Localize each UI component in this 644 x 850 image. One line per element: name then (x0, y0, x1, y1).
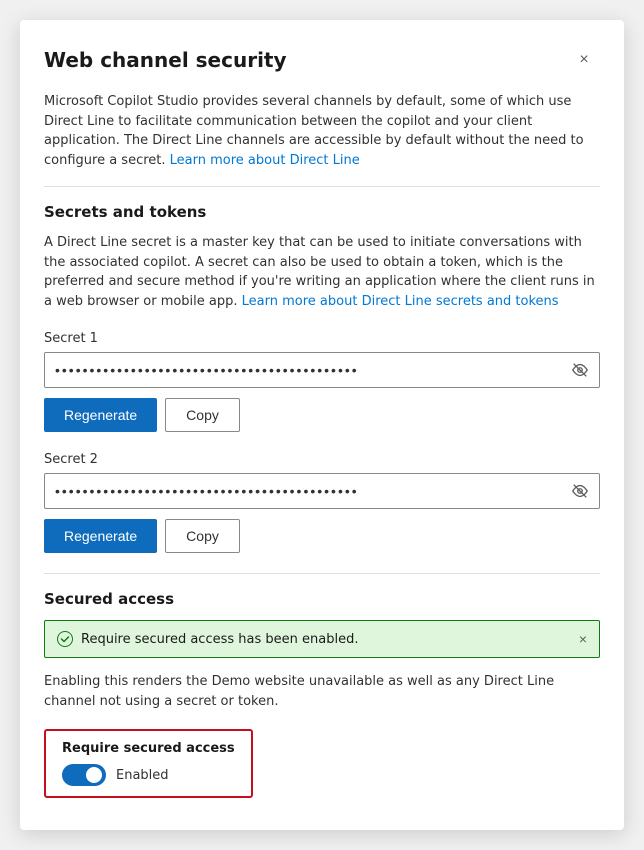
secrets-section-desc: A Direct Line secret is a master key tha… (44, 233, 600, 311)
banner-close-icon: × (579, 631, 587, 647)
eye-icon (571, 361, 589, 379)
learn-more-direct-line-link[interactable]: Learn more about Direct Line (170, 153, 360, 168)
secret1-label: Secret 1 (44, 331, 600, 346)
secret2-reveal-button[interactable] (561, 482, 599, 500)
secret2-label: Secret 2 (44, 452, 600, 467)
secret1-reveal-button[interactable] (561, 361, 599, 379)
secret2-input-row (44, 473, 600, 509)
intro-text: Microsoft Copilot Studio provides severa… (44, 92, 600, 170)
divider-1 (44, 186, 600, 187)
toggle-thumb (86, 767, 102, 783)
success-banner: Require secured access has been enabled.… (44, 620, 600, 658)
divider-2 (44, 573, 600, 574)
secured-access-title: Secured access (44, 590, 600, 608)
secret1-copy-button[interactable]: Copy (165, 398, 240, 432)
success-banner-text: Require secured access has been enabled. (81, 632, 358, 647)
success-icon (57, 631, 73, 647)
secrets-section-title: Secrets and tokens (44, 203, 600, 221)
modal-header: Web channel security × (44, 44, 600, 76)
secret2-input[interactable] (45, 483, 561, 499)
require-access-box: Require secured access Enabled (44, 729, 253, 798)
secret1-regenerate-button[interactable]: Regenerate (44, 398, 157, 432)
toggle-track[interactable] (62, 764, 106, 786)
secret1-input-row (44, 352, 600, 388)
require-access-label: Require secured access (62, 741, 235, 756)
secret2-copy-button[interactable]: Copy (165, 519, 240, 553)
modal-title: Web channel security (44, 48, 287, 72)
banner-close-button[interactable]: × (579, 631, 587, 647)
secured-access-desc: Enabling this renders the Demo website u… (44, 672, 600, 711)
secret1-group: Secret 1 Regenerate Copy (44, 331, 600, 432)
learn-more-secrets-link[interactable]: Learn more about Direct Line secrets and… (242, 294, 559, 309)
close-icon: × (579, 51, 588, 69)
close-button[interactable]: × (568, 44, 600, 76)
secret1-btn-row: Regenerate Copy (44, 398, 600, 432)
secret2-btn-row: Regenerate Copy (44, 519, 600, 553)
secured-access-toggle[interactable] (62, 764, 106, 786)
eye-icon (571, 482, 589, 500)
toggle-status-label: Enabled (116, 768, 169, 783)
secrets-section: Secrets and tokens A Direct Line secret … (44, 203, 600, 553)
secret2-group: Secret 2 Regenerate Copy (44, 452, 600, 553)
toggle-row: Enabled (62, 764, 235, 786)
secured-access-section: Secured access Require secured access ha… (44, 590, 600, 798)
secret2-regenerate-button[interactable]: Regenerate (44, 519, 157, 553)
secret1-input[interactable] (45, 362, 561, 378)
success-banner-content: Require secured access has been enabled. (57, 631, 358, 647)
web-channel-security-modal: Web channel security × Microsoft Copilot… (20, 20, 624, 830)
